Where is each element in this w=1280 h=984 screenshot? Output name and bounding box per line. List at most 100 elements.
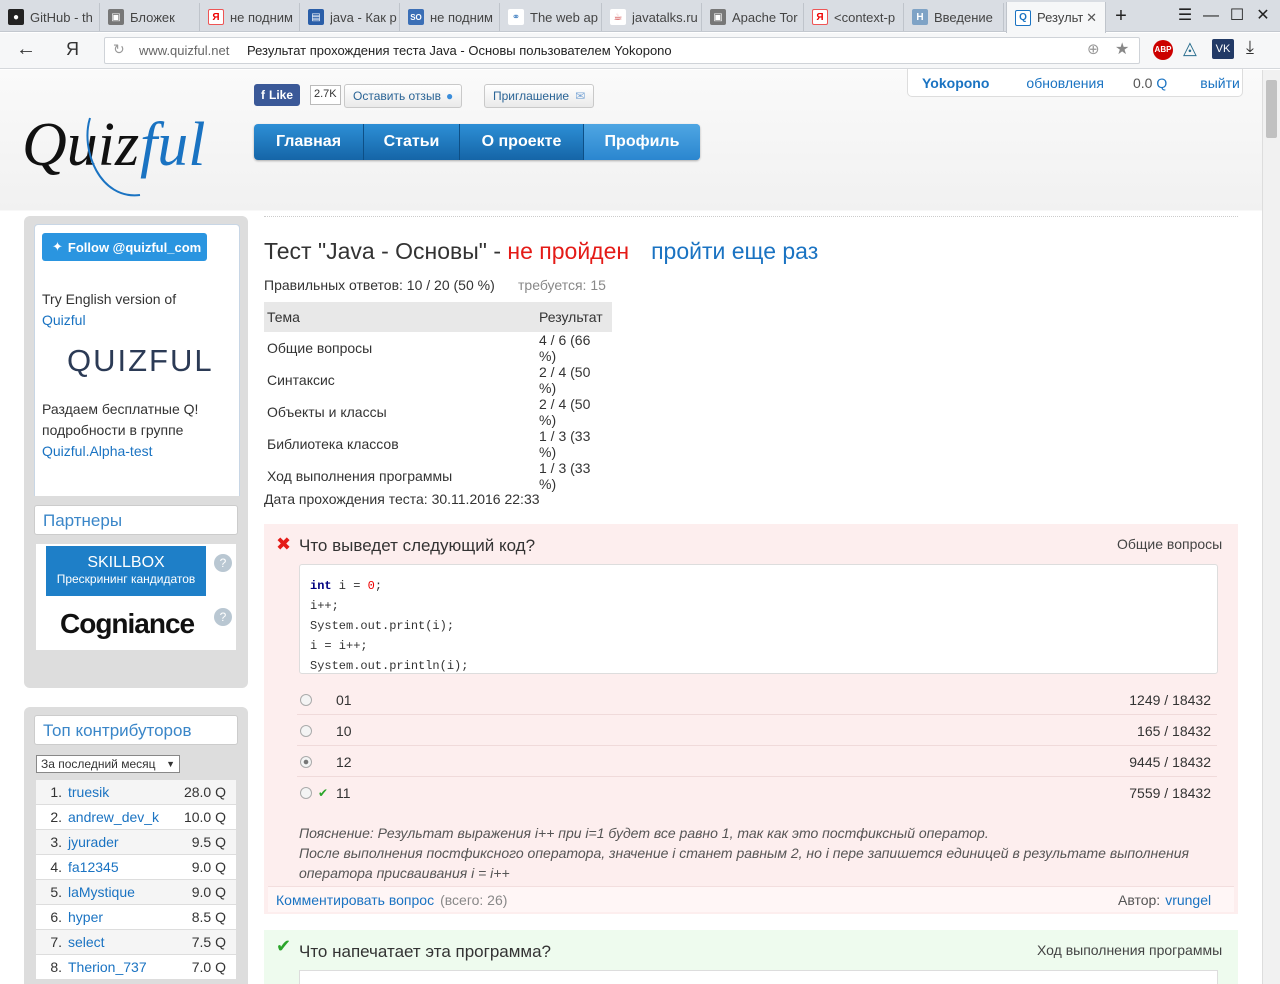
yandex-icon: Я (812, 9, 828, 25)
page: Quiz ful f Like 2.7K Оставить отзыв ● Приг… (0, 69, 1262, 984)
contributor-row: 4. fa12345 9.0 Q (36, 855, 236, 879)
result-title: Тест "Java - Основы" - не пройден пройти … (264, 238, 819, 264)
new-tab-icon[interactable]: + (1110, 5, 1132, 27)
page-icon: ▣ (108, 9, 124, 25)
logout-link[interactable]: выйти (1178, 75, 1251, 91)
radio-button[interactable] (300, 724, 312, 737)
facebook-icon: f (261, 88, 265, 102)
nav-articles[interactable]: Статьи (364, 124, 460, 160)
scrollbar[interactable] (1262, 70, 1280, 984)
help-icon[interactable]: ? (214, 608, 232, 626)
cogniance-logo[interactable]: Cogniance (60, 608, 195, 640)
table-row: Библиотека классов 1 / 3 (33 %) (267, 428, 591, 460)
invite-button[interactable]: Приглашение ✉ (484, 84, 595, 108)
close-window-icon[interactable]: ✕ (1252, 5, 1274, 27)
answer-option-selected[interactable]: 12 9445 / 18432 (297, 747, 1217, 777)
browser-tab[interactable]: Яне подним (200, 3, 300, 31)
test-date: Дата прохождения теста: 30.11.2016 22:33 (264, 491, 540, 507)
skillbox-banner[interactable]: SKILLBOX Прескрининг кандидатов (46, 546, 206, 596)
radio-button-checked[interactable] (300, 755, 312, 768)
github-icon: ● (8, 9, 24, 25)
browser-tab[interactable]: ▣ Apache Tor (702, 3, 804, 31)
browser-tab[interactable]: Я <context-p (804, 3, 904, 31)
retry-link[interactable]: пройти еще раз (651, 238, 818, 264)
main-nav: Главная Статьи О проекте Профиль (254, 124, 700, 160)
contributors-title: Топ контрибуторов (34, 715, 238, 745)
username-link[interactable]: Yokopono (908, 75, 1000, 91)
scrollbar-thumb[interactable] (1266, 80, 1277, 138)
answer-option[interactable]: 10 165 / 18432 (297, 716, 1217, 746)
download-icon[interactable]: ⤓ (1246, 37, 1254, 58)
author-link[interactable]: vrungel (1165, 892, 1211, 908)
minimize-icon[interactable]: — (1200, 5, 1222, 27)
url-page-title: Результат прохождения теста Java - Основ… (247, 43, 672, 58)
quizful-logo[interactable]: Quiz ful (20, 90, 240, 200)
contributor-row: 7. select 7.5 Q (36, 930, 236, 954)
contributor-row: 2. andrew_dev_k 10.0 Q (36, 805, 236, 829)
correct-answer-icon: ✔ (276, 936, 292, 956)
browser-tab[interactable]: SO не подним (400, 3, 500, 31)
adblock-icon[interactable]: ABP (1153, 40, 1173, 60)
envelope-icon: ✉ (575, 89, 586, 103)
translate-icon[interactable]: ⊕ (1087, 40, 1100, 58)
code-block: int i = 0; i++; System.out.print(i); i = i+… (299, 564, 1218, 674)
table-row: Синтаксис 2 / 4 (50 %) (267, 364, 591, 396)
answer-option[interactable]: 01 1249 / 18432 (297, 685, 1217, 715)
browser-tab[interactable]: ⚭ The web ap (500, 3, 602, 31)
feedback-button[interactable]: Оставить отзыв ● (344, 84, 463, 108)
question-category: Ход выполнения программы (1037, 942, 1223, 958)
user-score: 0.0 (1132, 74, 1153, 91)
maximize-icon[interactable]: ☐ (1226, 5, 1248, 27)
comment-question: Комментировать вопрос (всего: 26) (276, 892, 508, 908)
browser-tab[interactable]: ☕ javatalks.ru (602, 3, 702, 31)
period-select[interactable]: За последний месяц ▼ (36, 755, 180, 773)
help-icon[interactable]: ? (214, 554, 232, 572)
nav-home[interactable]: Главная (254, 124, 364, 160)
alpha-test-link[interactable]: Quizful.Alpha-test (42, 443, 153, 459)
menu-icon[interactable]: ☰ (1174, 5, 1196, 27)
speech-bubble-icon: ● (445, 89, 454, 103)
user-bar: Yokopono обновления 0.0 Q выйти (907, 69, 1243, 97)
extension-icon[interactable]: ◬ (1183, 38, 1197, 59)
question-title: Что напечатает эта программа? (299, 942, 552, 961)
browser-tab[interactable]: H Введение (904, 3, 1004, 31)
contributor-row: 3. jyurader 9.5 Q (36, 830, 236, 854)
promo-text: Раздаем бесплатные Q! подробности в групп… (42, 401, 199, 459)
question-author: Автор: vrungel (1118, 892, 1212, 908)
close-tab-icon[interactable]: ✕ (1086, 10, 1097, 26)
contributor-row: 5. laMystique 9.0 Q (36, 880, 236, 904)
nav-about[interactable]: О проекте (460, 124, 584, 160)
reload-icon[interactable]: ↻ (113, 41, 125, 58)
vk-icon[interactable]: VK (1212, 39, 1234, 59)
explanation: Пояснение: Результат выражения i++ при i… (299, 825, 1189, 881)
browser-tab-active[interactable]: Q Результ ✕ (1006, 2, 1106, 33)
english-version-text: Try English version of Quizful (42, 291, 177, 328)
twitter-follow-button[interactable]: ✦ Follow @quizful_com (42, 233, 207, 261)
browser-tab[interactable]: ▣ Бложек (100, 3, 200, 31)
result-status: не пройден (507, 238, 630, 264)
page-icon: ▤ (308, 9, 324, 25)
url-field[interactable]: ↻ www.quizful.net Результат прохождения … (104, 37, 1140, 64)
question-category: Общие вопросы (1117, 536, 1223, 552)
updates-link[interactable]: обновления (1000, 75, 1115, 91)
answer-option-correct[interactable]: ✔ 11 7559 / 18432 (297, 778, 1217, 808)
twitter-icon: ✦ (52, 239, 63, 254)
radio-button[interactable] (300, 693, 312, 706)
radio-button[interactable] (300, 787, 312, 799)
bookmark-star-icon[interactable]: ★ (1115, 39, 1129, 59)
question-title: Что выведет следующий код? (299, 536, 536, 555)
required-score: требуется: 15 (518, 277, 606, 293)
table-row: Общие вопросы 4 / 6 (66 %) (267, 332, 591, 364)
english-version-link[interactable]: Quizful (42, 312, 86, 328)
facebook-like-button[interactable]: f Like (254, 84, 301, 106)
nav-profile[interactable]: Профиль (584, 124, 700, 160)
yandex-logo-icon[interactable]: Я (66, 39, 79, 60)
comment-link[interactable]: Комментировать вопрос (276, 892, 434, 908)
correct-answers: Правильных ответов: 10 / 20 (50 %) (264, 277, 495, 293)
quizful-english-logo[interactable]: QUIZFUL (67, 343, 214, 379)
back-icon[interactable]: ← (16, 38, 36, 61)
browser-tab[interactable]: ▤ java - Как р (300, 3, 400, 31)
quizful-icon: Q (1015, 9, 1031, 26)
browser-tab[interactable]: ● GitHub - th (0, 3, 100, 31)
divider (264, 216, 1238, 217)
